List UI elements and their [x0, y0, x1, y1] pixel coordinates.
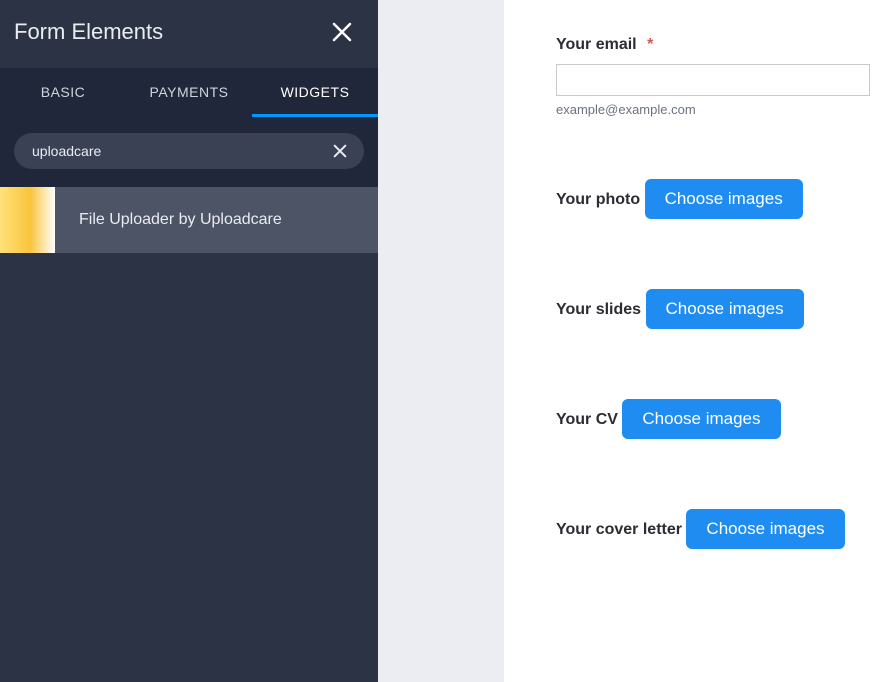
widget-search-input[interactable]: [32, 143, 330, 159]
upload-field-cv: Your CV Choose images: [556, 385, 880, 439]
upload-label: Your CV: [556, 411, 618, 429]
tab-payments[interactable]: PAYMENTS: [126, 68, 252, 117]
choose-images-button[interactable]: Choose images: [622, 399, 780, 439]
clear-search-button[interactable]: [330, 141, 350, 161]
tab-basic[interactable]: BASIC: [0, 68, 126, 117]
tab-widgets[interactable]: WIDGETS: [252, 68, 378, 117]
search-field: [14, 133, 364, 169]
choose-images-button[interactable]: Choose images: [645, 179, 803, 219]
sidebar-title: Form Elements: [14, 19, 163, 45]
canvas-background: [378, 0, 504, 682]
widget-result-item[interactable]: File Uploader by Uploadcare: [0, 187, 378, 253]
widget-result-label: File Uploader by Uploadcare: [55, 211, 282, 229]
widget-thumbnail: [0, 187, 55, 253]
upload-label: Your cover letter: [556, 521, 682, 539]
upload-field-photo: Your photo Choose images: [556, 165, 880, 219]
close-icon: [332, 143, 348, 159]
close-icon: [330, 20, 354, 44]
upload-field-cover-letter: Your cover letter Choose images: [556, 495, 880, 549]
form-canvas: Your email * example@example.com Your ph…: [504, 0, 880, 682]
email-sublabel: example@example.com: [556, 102, 880, 117]
email-input[interactable]: [556, 64, 870, 96]
search-wrap: [0, 117, 378, 187]
upload-label: Your slides: [556, 301, 641, 319]
email-field-group: Your email * example@example.com: [556, 36, 880, 117]
upload-field-slides: Your slides Choose images: [556, 275, 880, 329]
sidebar-tabs: BASIC PAYMENTS WIDGETS: [0, 68, 378, 117]
required-indicator: *: [647, 36, 653, 53]
choose-images-button[interactable]: Choose images: [646, 289, 804, 329]
close-sidebar-button[interactable]: [326, 16, 358, 48]
sidebar-header: Form Elements: [0, 0, 378, 68]
email-label: Your email: [556, 36, 637, 54]
choose-images-button[interactable]: Choose images: [686, 509, 844, 549]
form-elements-sidebar: Form Elements BASIC PAYMENTS WIDGETS Fil…: [0, 0, 378, 682]
upload-label: Your photo: [556, 191, 640, 209]
